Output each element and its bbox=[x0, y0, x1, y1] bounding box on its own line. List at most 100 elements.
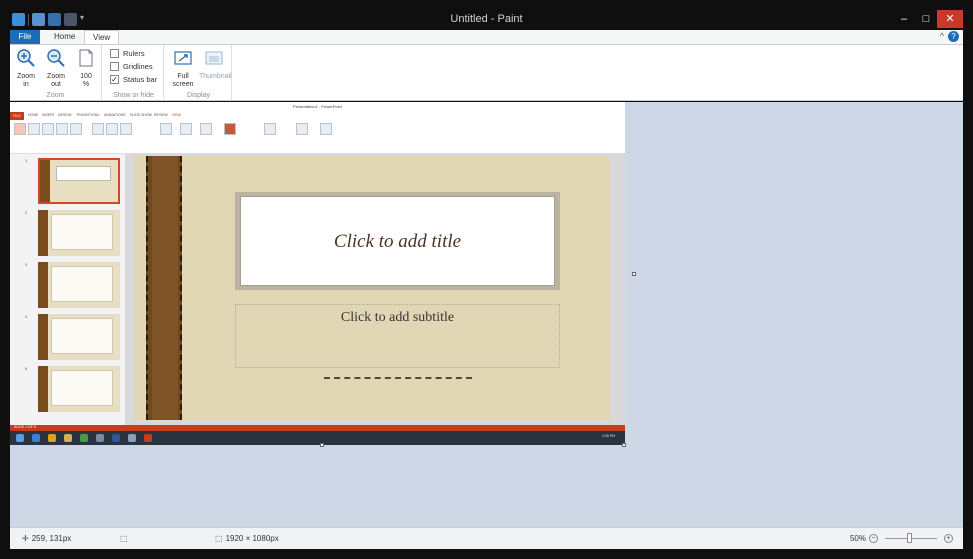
zoom-control: 50% − + bbox=[849, 533, 953, 543]
slide-thumbnail bbox=[38, 366, 120, 412]
embedded-sorter-icon bbox=[42, 123, 54, 135]
embedded-handout-icon bbox=[106, 123, 118, 135]
slide-decorative-strip bbox=[146, 156, 182, 420]
embedded-app-title: Presentation1 - PowerPoint bbox=[293, 104, 342, 109]
embedded-new-window-icon bbox=[264, 123, 276, 135]
zoom-in-icon bbox=[17, 49, 35, 67]
zoom-group: Zoom in Zoom out 100 % Zoom bbox=[10, 45, 102, 101]
app-icon bbox=[128, 434, 136, 442]
embedded-normal-view-icon bbox=[14, 123, 26, 135]
embedded-tab-file: FILE bbox=[10, 112, 24, 120]
embedded-reading-icon bbox=[70, 123, 82, 135]
display-group-label: Display bbox=[187, 92, 210, 99]
zoom-out-button[interactable]: Zoom out bbox=[44, 48, 68, 89]
cursor-position: ✛ 259, 131px bbox=[22, 534, 72, 543]
embedded-status-text: SLIDE 1 OF 5 bbox=[14, 425, 36, 429]
canvas-image[interactable]: Presentation1 - PowerPoint FILE HOME INS… bbox=[10, 102, 636, 447]
page-icon bbox=[79, 49, 93, 67]
embedded-zoom-icon bbox=[160, 123, 172, 135]
ie-icon bbox=[32, 434, 40, 442]
embedded-ribbon bbox=[10, 120, 625, 154]
zoom-group-label: Zoom bbox=[46, 92, 65, 99]
status-bar: ✛ 259, 131px ⬚ ⬚ 1920 × 1080px 50% − + bbox=[10, 527, 963, 549]
embedded-notes-icon bbox=[56, 123, 68, 135]
status-bar-checkbox[interactable]: ✓ Status bar bbox=[110, 75, 157, 84]
app-icon bbox=[96, 434, 104, 442]
paint-window: ▾ Untitled - Paint – □ ✕ File Home View … bbox=[0, 0, 973, 559]
slide-subtitle-placeholder: Click to add subtitle bbox=[340, 310, 455, 325]
powerpoint-icon bbox=[144, 434, 152, 442]
embedded-master-icon bbox=[92, 123, 104, 135]
zoom-in-button[interactable]: Zoom in bbox=[14, 48, 38, 89]
start-icon bbox=[16, 434, 24, 442]
zoom-in-small-button[interactable]: + bbox=[944, 534, 953, 543]
embedded-color-icon bbox=[224, 123, 236, 135]
chrome-icon bbox=[48, 434, 56, 442]
embedded-clock: 4:28 PM bbox=[601, 434, 615, 438]
minimize-ribbon-icon[interactable]: ^ bbox=[940, 31, 944, 42]
crosshair-icon: ✛ bbox=[22, 534, 29, 543]
minimize-button[interactable]: – bbox=[893, 10, 915, 28]
resize-handle-right[interactable] bbox=[632, 272, 636, 276]
maximize-button[interactable]: □ bbox=[915, 10, 937, 28]
slide-thumbnail bbox=[38, 210, 120, 256]
gridlines-checkbox-box[interactable] bbox=[110, 62, 119, 71]
status-bar-checkbox-box[interactable]: ✓ bbox=[110, 75, 119, 84]
word-icon bbox=[112, 434, 120, 442]
embedded-tab: SLIDE SHOW bbox=[130, 113, 152, 117]
zoom-out-icon bbox=[47, 49, 65, 67]
slide-thumbnail bbox=[38, 262, 120, 308]
embedded-taskbar: 4:28 PM bbox=[10, 431, 625, 445]
thumbnail-button[interactable]: Thumbnail bbox=[199, 48, 232, 81]
resize-handle-bottom[interactable] bbox=[320, 443, 324, 447]
embedded-notes-master-icon bbox=[120, 123, 132, 135]
close-button[interactable]: ✕ bbox=[937, 10, 963, 28]
zoom-slider[interactable] bbox=[885, 533, 937, 543]
embedded-tab: INSERT bbox=[42, 113, 55, 117]
display-group: Full screen Thumbnail Display bbox=[166, 45, 232, 101]
selection-icon: ⬚ bbox=[120, 534, 128, 543]
full-screen-button[interactable]: Full screen bbox=[170, 48, 196, 89]
resize-handle-corner[interactable] bbox=[622, 443, 626, 447]
embedded-tab: DESIGN bbox=[58, 113, 72, 117]
ribbon: Zoom in Zoom out 100 % Zoom Rulers Gridl… bbox=[10, 44, 963, 101]
embedded-fit-icon bbox=[180, 123, 192, 135]
tab-file[interactable]: File bbox=[10, 30, 40, 44]
slide-ornament-line bbox=[324, 377, 472, 379]
embedded-macros-icon bbox=[320, 123, 332, 135]
show-hide-group: Rulers Gridlines ✓ Status bar Show or hi… bbox=[104, 45, 164, 101]
zoom-level: 50% bbox=[849, 534, 866, 543]
canvas-size: ⬚ 1920 × 1080px bbox=[215, 534, 279, 543]
embedded-slide: Click to add title Click to add subtitle bbox=[134, 156, 610, 420]
tab-home[interactable]: Home bbox=[46, 30, 83, 44]
app-icon bbox=[80, 434, 88, 442]
zoom-slider-thumb[interactable] bbox=[907, 533, 912, 543]
slide-thumbnail bbox=[38, 314, 120, 360]
show-hide-group-label: Show or hide bbox=[113, 92, 154, 99]
embedded-tab: REVIEW bbox=[154, 113, 168, 117]
ribbon-tab-bar: File Home View ^ ? bbox=[10, 30, 963, 44]
embedded-slide-thumbnails: 1 2 3 4 5 bbox=[10, 154, 125, 425]
zoom-100-button[interactable]: 100 % bbox=[74, 48, 98, 89]
embedded-fit-window-icon bbox=[200, 123, 212, 135]
image-size-icon: ⬚ bbox=[215, 534, 223, 543]
window-title: Untitled - Paint bbox=[450, 13, 523, 25]
tab-view[interactable]: View bbox=[84, 30, 120, 44]
thumbnail-icon bbox=[205, 51, 223, 65]
folder-icon bbox=[64, 434, 72, 442]
embedded-tab: HOME bbox=[28, 113, 39, 117]
embedded-tab: ANIMATIONS bbox=[104, 113, 126, 117]
gridlines-checkbox[interactable]: Gridlines bbox=[110, 62, 153, 71]
rulers-checkbox[interactable]: Rulers bbox=[110, 49, 145, 58]
title-bar: ▾ Untitled - Paint – □ ✕ bbox=[10, 10, 963, 30]
rulers-checkbox-box[interactable] bbox=[110, 49, 119, 58]
help-icon[interactable]: ? bbox=[948, 31, 959, 42]
embedded-tab-bar: FILE HOME INSERT DESIGN TRANSITIONS ANIM… bbox=[10, 112, 625, 120]
zoom-out-small-button[interactable]: − bbox=[869, 534, 878, 543]
embedded-switch-window-icon bbox=[296, 123, 308, 135]
slide-title-placeholder: Click to add title bbox=[333, 231, 462, 252]
embedded-outline-icon bbox=[28, 123, 40, 135]
embedded-tab: TRANSITIONS bbox=[76, 113, 100, 117]
embedded-tab: VIEW bbox=[172, 113, 181, 117]
selection-size: ⬚ bbox=[120, 534, 128, 543]
